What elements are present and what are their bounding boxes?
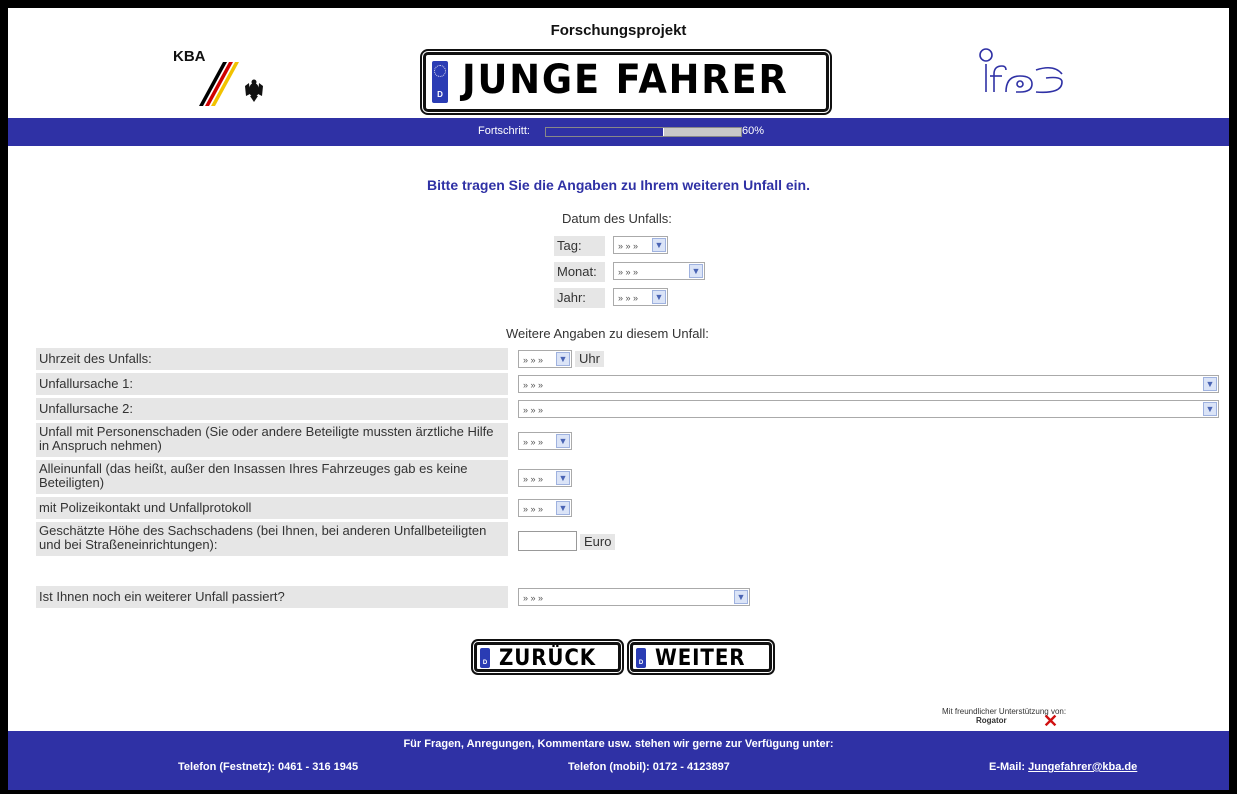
- injury-row: Unfall mit Personenschaden (Sie oder and…: [36, 423, 1229, 457]
- cause1-select[interactable]: » » » ▼: [518, 375, 1219, 393]
- chevron-down-icon: ▼: [652, 290, 666, 304]
- alone-row: Alleinunfall (das heißt, außer den Insas…: [36, 460, 1229, 494]
- ifes-logo: [976, 44, 1086, 104]
- damage-row: Geschätzte Höhe des Sachschadens (bei Ih…: [36, 522, 1229, 556]
- junge-fahrer-plate-logo: D JUNGE FAHRER: [423, 52, 829, 112]
- damage-unit: Euro: [580, 534, 616, 550]
- year-label: Jahr:: [554, 288, 605, 308]
- another-accident-select[interactable]: » » » ▼: [518, 588, 750, 606]
- page-frame: Forschungsprojekt KBA D JUNGE FAHRER For…: [8, 8, 1229, 790]
- chevron-down-icon: ▼: [652, 238, 666, 252]
- month-label: Monat:: [554, 262, 605, 282]
- footer-email-label: E-Mail:: [989, 761, 1026, 773]
- footer-phone-fixed: Telefon (Festnetz): 0461 - 316 1945: [178, 761, 359, 773]
- month-select[interactable]: » » » ▼: [613, 262, 705, 280]
- next-button[interactable]: D WEITER: [630, 642, 772, 672]
- kba-flag-eagle-icon: [199, 62, 263, 106]
- cause2-select[interactable]: » » » ▼: [518, 400, 1219, 418]
- chevron-down-icon: ▼: [1203, 402, 1217, 416]
- rogator-x-icon: ✕: [1043, 711, 1059, 731]
- date-section-title: Datum des Unfalls:: [562, 211, 672, 226]
- eu-band-icon: D: [636, 648, 646, 668]
- police-select[interactable]: » » » ▼: [518, 499, 572, 517]
- cause1-label: Unfallursache 1:: [36, 373, 508, 395]
- police-label: mit Polizeikontakt und Unfallprotokoll: [36, 497, 508, 519]
- page-heading: Bitte tragen Sie die Angaben zu Ihrem we…: [427, 177, 810, 193]
- kba-logo: KBA: [163, 42, 283, 112]
- police-row: mit Polizeikontakt und Unfallprotokoll »…: [36, 497, 1229, 519]
- day-label: Tag:: [554, 236, 605, 256]
- progress-bar-strip: Fortschritt: 60%: [8, 118, 1229, 146]
- details-section-title: Weitere Angaben zu diesem Unfall:: [506, 326, 709, 341]
- cause1-row: Unfallursache 1: » » » ▼: [36, 373, 1229, 395]
- damage-input[interactable]: [518, 531, 577, 551]
- day-select[interactable]: » » » ▼: [613, 236, 668, 254]
- year-select[interactable]: » » » ▼: [613, 288, 668, 306]
- progress-fill: [546, 128, 664, 136]
- chevron-down-icon: ▼: [734, 590, 748, 604]
- progress-track: [545, 127, 742, 137]
- cause2-label: Unfallursache 2:: [36, 398, 508, 420]
- injury-select[interactable]: » » » ▼: [518, 432, 572, 450]
- progress-label: Fortschritt:: [478, 125, 530, 137]
- footer-contact-text: Für Fragen, Anregungen, Kommentare usw. …: [403, 738, 834, 750]
- another-accident-row: Ist Ihnen noch ein weiterer Unfall passi…: [36, 586, 1229, 608]
- cause2-row: Unfallursache 2: » » » ▼: [36, 398, 1229, 420]
- chevron-down-icon: ▼: [556, 352, 570, 366]
- next-button-label: WEITER: [655, 646, 746, 671]
- injury-label: Unfall mit Personenschaden (Sie oder and…: [36, 423, 508, 457]
- plate-title: JUNGE FAHRER: [462, 57, 789, 103]
- chevron-down-icon: ▼: [556, 434, 570, 448]
- progress-value: 60%: [742, 125, 765, 137]
- alone-label: Alleinunfall (das heißt, außer den Insas…: [36, 460, 508, 494]
- another-accident-label: Ist Ihnen noch ein weiterer Unfall passi…: [36, 586, 508, 608]
- ifes-logo-icon: [979, 48, 1063, 94]
- damage-label: Geschätzte Höhe des Sachschadens (bei Ih…: [36, 522, 508, 556]
- back-button[interactable]: D ZURÜCK: [474, 642, 621, 672]
- rogator-logo-text: Rogator: [976, 716, 1007, 725]
- time-select[interactable]: » » » ▼: [518, 350, 572, 368]
- footer: Für Fragen, Anregungen, Kommentare usw. …: [8, 731, 1229, 790]
- footer-phone-mobile: Telefon (mobil): 0172 - 4123897: [568, 761, 730, 773]
- time-unit: Uhr: [575, 351, 604, 367]
- chevron-down-icon: ▼: [689, 264, 703, 278]
- eu-band-icon: D: [432, 61, 448, 103]
- time-row: Uhrzeit des Unfalls: » » » ▼ Uhr: [36, 348, 1229, 370]
- back-button-label: ZURÜCK: [499, 646, 597, 671]
- footer-email-block: E-Mail: Jungefahrer@kba.de: [989, 761, 1137, 773]
- eu-band-icon: D: [480, 648, 490, 668]
- chevron-down-icon: ▼: [556, 471, 570, 485]
- time-label: Uhrzeit des Unfalls:: [36, 348, 508, 370]
- chevron-down-icon: ▼: [556, 501, 570, 515]
- project-title: Forschungsprojekt: [550, 22, 687, 39]
- footer-email-link[interactable]: Jungefahrer@kba.de: [1028, 761, 1137, 773]
- chevron-down-icon: ▼: [1203, 377, 1217, 391]
- alone-select[interactable]: » » » ▼: [518, 469, 572, 487]
